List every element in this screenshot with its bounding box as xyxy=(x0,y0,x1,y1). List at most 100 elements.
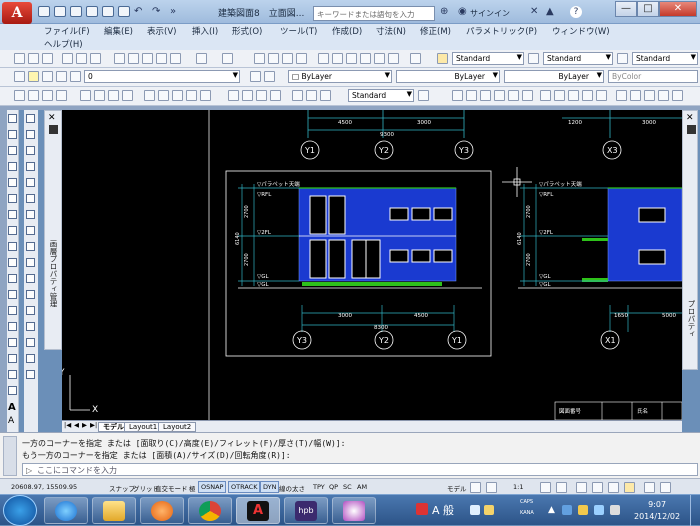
toggle-osnap[interactable]: OSNAP xyxy=(198,481,227,493)
extend-icon[interactable] xyxy=(26,274,35,283)
close-icon[interactable]: ✕ xyxy=(686,113,694,123)
break-icon[interactable] xyxy=(26,306,35,315)
text-style-select[interactable]: Standard ▼ xyxy=(452,52,524,65)
baseline-dim-icon[interactable] xyxy=(158,90,169,101)
match-properties-icon[interactable] xyxy=(156,53,167,64)
dim-style-manager-icon[interactable] xyxy=(418,90,429,101)
workspace-switch-icon[interactable] xyxy=(576,482,587,493)
status-menu-icon[interactable] xyxy=(644,482,655,493)
dim-space-icon[interactable] xyxy=(186,90,197,101)
zoom-realtime-icon[interactable] xyxy=(268,53,279,64)
chamfer-icon[interactable] xyxy=(26,338,35,347)
inspect-icon[interactable] xyxy=(256,90,267,101)
cut-icon[interactable] xyxy=(114,53,125,64)
ordinate-dim-icon[interactable] xyxy=(56,90,67,101)
center-mark-icon[interactable] xyxy=(242,90,253,101)
qnew-icon[interactable] xyxy=(14,53,25,64)
linetype-select[interactable]: ByLayer ▼ xyxy=(396,70,500,83)
start-button[interactable] xyxy=(3,495,37,526)
paste-icon[interactable] xyxy=(142,53,153,64)
insert-block-icon[interactable] xyxy=(8,290,17,299)
undo-icon[interactable] xyxy=(196,53,207,64)
dim-update-icon[interactable] xyxy=(320,90,331,101)
copy-icon[interactable] xyxy=(128,53,139,64)
scale-icon[interactable] xyxy=(26,226,35,235)
markup-icon[interactable] xyxy=(374,53,385,64)
layer-select[interactable]: 0 ▼ xyxy=(84,70,240,83)
ellipse-arc-icon[interactable] xyxy=(8,274,17,283)
color-select[interactable]: □ ByLayer ▼ xyxy=(288,70,392,83)
open-folder-icon[interactable] xyxy=(54,6,66,17)
open-icon[interactable] xyxy=(28,53,39,64)
dim-text-edit-icon[interactable] xyxy=(306,90,317,101)
line-icon[interactable] xyxy=(452,90,463,101)
ellipse-arc-icon[interactable] xyxy=(596,90,607,101)
undo-icon[interactable]: ↶ xyxy=(134,6,142,17)
menu-parametric[interactable]: パラメトリック(P) xyxy=(466,25,537,37)
ime-pad-icon[interactable] xyxy=(484,505,494,515)
help-icon[interactable]: ? xyxy=(570,6,582,18)
quick-view-layouts-icon[interactable] xyxy=(470,482,481,493)
tool-palettes-icon[interactable] xyxy=(346,53,357,64)
sign-in-link[interactable]: サインイン xyxy=(470,8,510,19)
tab-layout1[interactable]: Layout1 xyxy=(124,422,163,432)
make-block-icon[interactable] xyxy=(630,90,641,101)
gradient-icon[interactable] xyxy=(8,354,17,363)
tab-next-button[interactable]: ▶ xyxy=(82,421,87,429)
plot-icon[interactable] xyxy=(62,53,73,64)
add-selected-icon[interactable]: A xyxy=(8,416,14,426)
new-file-icon[interactable] xyxy=(38,6,50,17)
ellipse-icon[interactable] xyxy=(8,258,17,267)
taskbar-chrome[interactable] xyxy=(188,497,232,524)
sheet-set-icon[interactable] xyxy=(360,53,371,64)
command-input[interactable]: ここにコマンドを入力 xyxy=(22,463,698,476)
tab-first-button[interactable]: |◀ xyxy=(64,421,71,429)
dim-edit-icon[interactable] xyxy=(292,90,303,101)
table-style-select[interactable]: Standard ▼ xyxy=(632,52,698,65)
user-icon[interactable]: ◉ xyxy=(458,6,467,17)
coordinates-readout[interactable]: 20608.97, 15509.95 xyxy=(8,481,80,493)
hatch-icon[interactable] xyxy=(8,338,17,347)
offset-icon[interactable] xyxy=(26,162,35,171)
toggle-otrack[interactable]: OTRACK xyxy=(228,481,261,493)
angular-dim-icon[interactable] xyxy=(122,90,133,101)
polygon-icon[interactable] xyxy=(494,90,505,101)
quick-dim-icon[interactable] xyxy=(144,90,155,101)
explode-icon[interactable] xyxy=(26,370,35,379)
quick-access-more-icon[interactable]: » xyxy=(170,6,176,17)
toggle-sc[interactable]: SC xyxy=(340,481,355,493)
insert-block-icon[interactable] xyxy=(616,90,627,101)
fillet-icon[interactable] xyxy=(26,354,35,363)
make-block-icon[interactable] xyxy=(8,306,17,315)
polyline-icon[interactable] xyxy=(8,146,17,155)
close-button[interactable]: ✕ xyxy=(659,1,697,17)
dim-break-icon[interactable] xyxy=(200,90,211,101)
publish-icon[interactable] xyxy=(90,53,101,64)
pan-icon[interactable] xyxy=(254,53,265,64)
maximize-button[interactable]: □ xyxy=(637,1,659,17)
system-clock[interactable]: 9:07 2014/12/02 xyxy=(634,499,680,523)
menu-format[interactable]: 形式(O) xyxy=(232,25,262,37)
ellipse-icon[interactable] xyxy=(582,90,593,101)
close-icon[interactable]: ✕ xyxy=(48,113,56,123)
menu-edit[interactable]: 編集(E) xyxy=(104,25,133,37)
mirror-icon[interactable] xyxy=(26,146,35,155)
lock-icon[interactable] xyxy=(56,71,67,82)
menu-file[interactable]: ファイル(F) xyxy=(44,25,90,37)
lightbulb-icon[interactable] xyxy=(28,71,39,82)
circle-icon[interactable] xyxy=(540,90,551,101)
block-editor-icon[interactable] xyxy=(170,53,181,64)
break-at-point-icon[interactable] xyxy=(26,290,35,299)
point-icon[interactable] xyxy=(644,90,655,101)
menu-draw[interactable]: 作成(D) xyxy=(332,25,362,37)
hatch-icon[interactable] xyxy=(658,90,669,101)
menu-insert[interactable]: 挿入(I) xyxy=(192,25,218,37)
volume-icon[interactable] xyxy=(610,505,620,515)
freeze-sun-icon[interactable] xyxy=(42,71,53,82)
ime-dictionary-icon[interactable] xyxy=(470,505,480,515)
revision-cloud-icon[interactable] xyxy=(8,226,17,235)
redo-icon[interactable]: ↷ xyxy=(152,6,160,17)
properties-icon[interactable] xyxy=(318,53,329,64)
taskbar-hpb[interactable]: hpb xyxy=(284,497,328,524)
application-menu-button[interactable]: A xyxy=(2,2,32,24)
